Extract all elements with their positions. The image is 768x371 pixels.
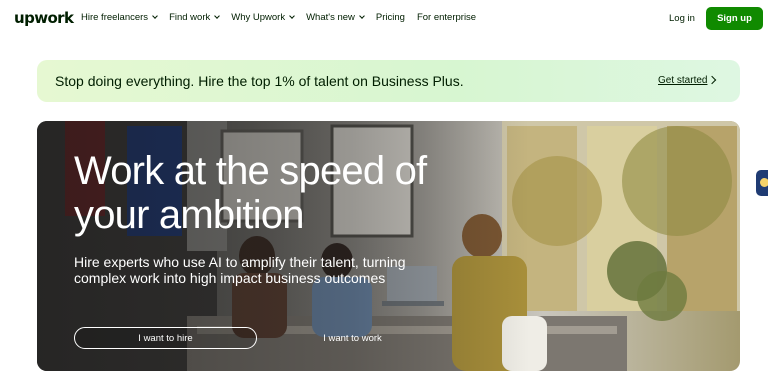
upwork-logo[interactable]: upwork bbox=[14, 9, 74, 27]
nav-why-upwork[interactable]: Why Upwork bbox=[231, 12, 295, 23]
side-feedback-widget[interactable] bbox=[756, 170, 768, 196]
nav-links: Hire freelancers Find work Why Upwork Wh… bbox=[81, 12, 476, 23]
get-started-link[interactable]: Get started bbox=[658, 75, 707, 86]
chevron-right-icon[interactable] bbox=[707, 75, 717, 85]
i-want-to-hire-button[interactable]: I want to hire bbox=[74, 327, 257, 349]
nav-whats-new[interactable]: What's new bbox=[306, 12, 365, 23]
nav-pricing-label: Pricing bbox=[375, 12, 405, 23]
signup-button[interactable]: Sign up bbox=[706, 7, 763, 30]
nav-why-upwork-label: Why Upwork bbox=[231, 12, 286, 23]
nav-find-work[interactable]: Find work bbox=[169, 12, 221, 23]
hero-subtitle: Hire experts who use AI to amplify their… bbox=[74, 254, 406, 286]
top-navigation: upwork Hire freelancers Find work Why Up… bbox=[0, 0, 768, 38]
nav-find-work-label: Find work bbox=[169, 12, 211, 23]
chevron-down-icon bbox=[359, 13, 365, 19]
smiley-icon bbox=[760, 178, 768, 187]
chevron-down-icon bbox=[152, 13, 158, 19]
nav-hire-freelancers-label: Hire freelancers bbox=[81, 12, 149, 23]
nav-whats-new-label: What's new bbox=[306, 12, 355, 23]
nav-hire-freelancers[interactable]: Hire freelancers bbox=[81, 12, 158, 23]
promo-banner: Stop doing everything. Hire the top 1% o… bbox=[37, 60, 740, 102]
chevron-down-icon bbox=[289, 13, 295, 19]
i-want-to-work-button[interactable]: I want to work bbox=[259, 327, 446, 349]
nav-pricing[interactable]: Pricing bbox=[376, 12, 405, 23]
hero-title: Work at the speed of your ambition bbox=[74, 149, 427, 237]
chevron-down-icon bbox=[214, 13, 221, 19]
nav-for-enterprise-label: For enterprise bbox=[416, 12, 477, 23]
nav-for-enterprise[interactable]: For enterprise bbox=[417, 12, 476, 23]
promo-banner-text: Stop doing everything. Hire the top 1% o… bbox=[55, 73, 464, 89]
login-link[interactable]: Log in bbox=[669, 13, 695, 24]
hero-section: Work at the speed of your ambition Hire … bbox=[37, 121, 740, 371]
